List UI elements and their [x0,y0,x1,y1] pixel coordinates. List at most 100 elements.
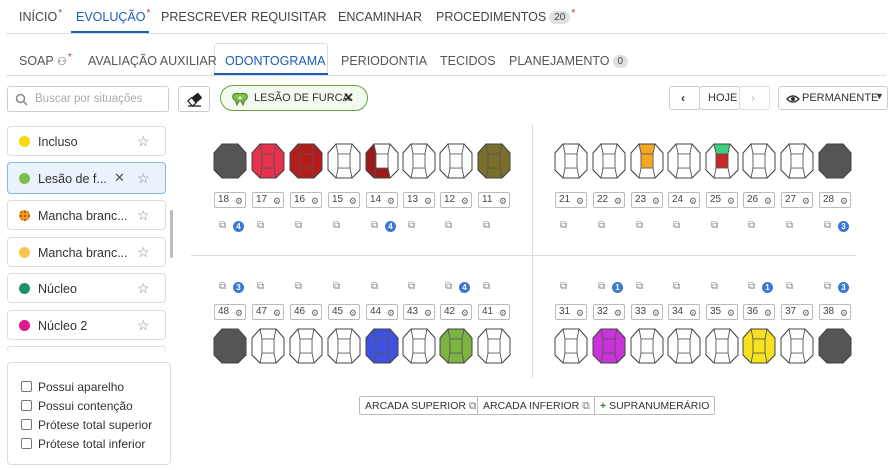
checkbox-protese-superior[interactable]: Prótese total superior [21,418,152,432]
tooth-number-28[interactable]: 28 ⚙ [819,192,851,208]
open-tooth-detail-35[interactable]: ⧉ [711,281,731,295]
tab-requisitar[interactable]: REQUISITAR [251,10,326,24]
open-tooth-detail-47[interactable]: ⧉ [257,281,277,295]
today-button[interactable]: HOJE [699,86,740,110]
open-tooth-detail-13[interactable]: ⧉ [408,220,428,234]
dentition-mode-select[interactable]: PERMANENTE ▼ [778,86,888,110]
tooth-number-38[interactable]: 38 ⚙ [819,304,851,320]
open-tooth-detail-46[interactable]: ⧉ [295,281,315,295]
tooth-number-24[interactable]: 24 ⚙ [668,192,700,208]
tab-procedimentos[interactable]: PROCEDIMENTOS 20 * [436,8,575,25]
tab-encaminhar[interactable]: ENCAMINHAR [338,10,422,24]
tooth-22[interactable] [592,143,626,179]
tooth-12[interactable] [439,143,473,179]
open-tooth-detail-26[interactable]: ⧉ [748,220,768,234]
checkbox-possui-aparelho[interactable]: Possui aparelho [21,380,124,394]
open-tooth-detail-45[interactable]: ⧉ [333,281,353,295]
tooth-number-23[interactable]: 23 ⚙ [631,192,663,208]
tooth-number-45[interactable]: 45 ⚙ [328,304,360,320]
tooth-34[interactable] [667,328,701,364]
eraser-button[interactable] [178,86,210,112]
tooth-17[interactable] [251,143,285,179]
favorite-star-icon[interactable]: ☆ [137,133,150,150]
open-tooth-detail-34[interactable]: ⧉ [673,281,693,295]
tooth-number-42[interactable]: 42 ⚙ [440,304,472,320]
tab-odontograma[interactable]: ODONTOGRAMA [225,54,325,68]
tooth-31[interactable] [554,328,588,364]
arcada-inferior-button[interactable]: ARCADA INFERIOR ⧉ [477,396,596,415]
tooth-number-18[interactable]: 18 ⚙ [214,192,246,208]
tooth-41[interactable] [477,328,511,364]
tooth-number-37[interactable]: 37 ⚙ [781,304,813,320]
tooth-number-43[interactable]: 43 ⚙ [403,304,435,320]
tooth-number-44[interactable]: 44 ⚙ [366,304,398,320]
tooth-number-36[interactable]: 36 ⚙ [743,304,775,320]
tooth-32[interactable] [592,328,626,364]
tooth-43[interactable] [402,328,436,364]
tooth-45[interactable] [327,328,361,364]
arcada-superior-button[interactable]: ARCADA SUPERIOR ⧉ [359,396,483,415]
tooth-21[interactable] [554,143,588,179]
tooth-number-46[interactable]: 46 ⚙ [290,304,322,320]
tooth-number-26[interactable]: 26 ⚙ [743,192,775,208]
checkbox-possui-contencao[interactable]: Possui contenção [21,399,133,413]
open-tooth-detail-33[interactable]: ⧉ [636,281,656,295]
tooth-44[interactable] [365,328,399,364]
open-tooth-detail-17[interactable]: ⧉ [257,220,277,234]
close-icon[interactable]: ✕ [343,90,354,106]
favorite-star-icon[interactable]: ☆ [137,317,150,334]
tooth-24[interactable] [667,143,701,179]
tooth-46[interactable] [289,328,323,364]
open-tooth-detail-43[interactable]: ⧉ [408,281,428,295]
filter-chip-lesao-furca[interactable]: LESÃO DE FURCA ✕ [220,85,368,111]
favorite-star-icon[interactable]: ☆ [137,244,150,261]
open-tooth-detail-24[interactable]: ⧉ [673,220,693,234]
open-tooth-detail-25[interactable]: ⧉ [711,220,731,234]
tooth-15[interactable] [327,143,361,179]
open-tooth-detail-37[interactable]: ⧉ [786,281,806,295]
tooth-25[interactable] [705,143,739,179]
prev-date-button[interactable]: ‹ [669,86,700,110]
tooth-number-22[interactable]: 22 ⚙ [593,192,625,208]
open-tooth-detail-31[interactable]: ⧉ [560,281,580,295]
tooth-number-31[interactable]: 31 ⚙ [555,304,587,320]
tooth-number-32[interactable]: 32 ⚙ [593,304,625,320]
tooth-number-27[interactable]: 27 ⚙ [781,192,813,208]
favorite-star-icon[interactable]: ☆ [137,280,150,297]
tooth-42[interactable] [439,328,473,364]
tooth-36[interactable] [742,328,776,364]
tab-evolucao[interactable]: EVOLUÇÃO* [76,8,150,24]
favorite-star-icon[interactable]: ☆ [137,170,150,187]
tooth-number-48[interactable]: 48 ⚙ [214,304,246,320]
tooth-number-12[interactable]: 12 ⚙ [440,192,472,208]
tooth-14[interactable] [365,143,399,179]
tooth-number-41[interactable]: 41 ⚙ [478,304,510,320]
tooth-number-25[interactable]: 25 ⚙ [706,192,738,208]
tooth-28[interactable] [818,143,852,179]
tab-avaliacao-auxiliar[interactable]: AVALIAÇÃO AUXILIAR [88,54,217,68]
tab-inicio[interactable]: INÍCIO* [19,8,62,24]
tooth-number-11[interactable]: 11 ⚙ [478,192,510,208]
tab-soap[interactable]: SOAP ⚇* [19,52,72,68]
favorite-star-icon[interactable]: ☆ [137,207,150,224]
tooth-23[interactable] [630,143,664,179]
tooth-38[interactable] [818,328,852,364]
open-tooth-detail-22[interactable]: ⧉ [598,220,618,234]
situation-item-mancha-branca-2[interactable]: Mancha branc... ☆ [7,237,166,267]
tab-periodontia[interactable]: PERIODONTIA [341,54,427,68]
tooth-48[interactable] [213,328,247,364]
tooth-27[interactable] [780,143,814,179]
search-input[interactable]: Buscar por situações [7,86,169,112]
supranumerario-button[interactable]: + SUPRANUMERÁRIO [594,396,716,415]
tooth-33[interactable] [630,328,664,364]
tooth-37[interactable] [780,328,814,364]
tooth-47[interactable] [251,328,285,364]
close-icon[interactable]: ✕ [114,170,125,186]
situation-item-nucleo[interactable]: Núcleo ☆ [7,273,166,303]
checkbox-protese-inferior[interactable]: Prótese total inferior [21,437,145,451]
tooth-number-34[interactable]: 34 ⚙ [668,304,700,320]
tooth-11[interactable] [477,143,511,179]
open-tooth-detail-12[interactable]: ⧉ [445,220,465,234]
tooth-number-16[interactable]: 16 ⚙ [290,192,322,208]
tooth-26[interactable] [742,143,776,179]
